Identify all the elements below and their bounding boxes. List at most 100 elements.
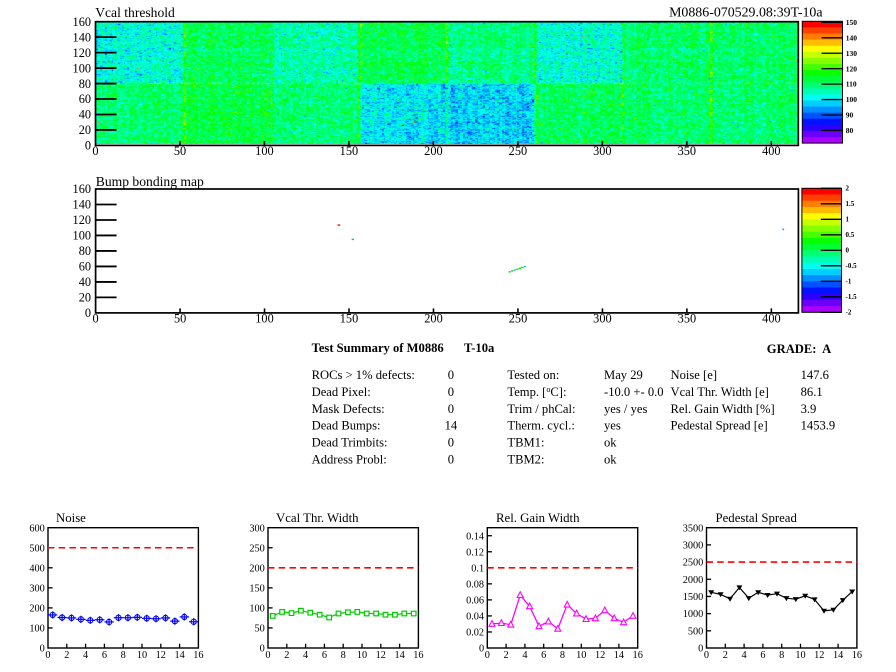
svg-text:14: 14 [394, 650, 404, 661]
svg-text:Vcal threshold: Vcal threshold [95, 5, 175, 20]
svg-text:14: 14 [614, 650, 624, 661]
svg-text:400: 400 [762, 311, 780, 325]
svg-text:140: 140 [846, 33, 858, 42]
svg-text:200: 200 [249, 563, 264, 574]
svg-text:Rel. Gain Width [%]: Rel. Gain Width [%] [671, 402, 775, 416]
svg-text:140: 140 [73, 198, 91, 212]
svg-text:40: 40 [79, 275, 91, 289]
svg-text:0: 0 [40, 644, 45, 655]
svg-text:Address Probl:: Address Probl: [312, 453, 387, 467]
svg-text:0.14: 0.14 [466, 531, 484, 542]
svg-text:20: 20 [79, 123, 91, 137]
svg-text:14: 14 [445, 419, 458, 433]
svg-text:3500: 3500 [683, 523, 704, 534]
svg-text:50: 50 [255, 624, 265, 635]
svg-text:350: 350 [678, 144, 696, 158]
svg-text:2: 2 [504, 650, 509, 661]
svg-text:ok: ok [604, 453, 617, 467]
svg-text:130: 130 [846, 49, 858, 58]
svg-text:350: 350 [678, 311, 696, 325]
svg-text:16: 16 [852, 650, 862, 661]
svg-text:250: 250 [509, 311, 527, 325]
svg-text:12: 12 [814, 650, 824, 661]
svg-text:120: 120 [846, 64, 858, 73]
svg-text:300: 300 [249, 523, 264, 534]
svg-text:16: 16 [633, 650, 643, 661]
svg-text:8: 8 [779, 650, 784, 661]
svg-text:600: 600 [29, 523, 44, 534]
svg-text:0.12: 0.12 [466, 547, 484, 558]
svg-text:200: 200 [424, 311, 442, 325]
svg-text:Mask Defects:: Mask Defects: [312, 402, 385, 416]
svg-text:Therm. cycl.:: Therm. cycl.: [507, 419, 575, 433]
svg-text:100: 100 [73, 61, 91, 75]
svg-text:147.6: 147.6 [801, 368, 829, 382]
svg-text:10: 10 [357, 650, 367, 661]
svg-text:GRADE: A: GRADE: A [767, 342, 831, 356]
svg-text:100: 100 [73, 229, 91, 243]
svg-text:6: 6 [541, 650, 546, 661]
svg-text:140: 140 [73, 30, 91, 44]
svg-text:150: 150 [249, 584, 264, 595]
svg-text:0: 0 [93, 311, 99, 325]
svg-text:T-10a: T-10a [464, 341, 495, 355]
svg-text:100: 100 [255, 311, 273, 325]
svg-text:12: 12 [156, 650, 166, 661]
svg-text:0: 0 [485, 650, 490, 661]
svg-text:80: 80 [79, 244, 91, 258]
svg-text:150: 150 [846, 18, 858, 27]
svg-text:0: 0 [85, 306, 91, 320]
svg-text:50: 50 [174, 144, 186, 158]
svg-text:14: 14 [833, 650, 843, 661]
svg-text:300: 300 [593, 311, 611, 325]
svg-text:150: 150 [340, 144, 358, 158]
svg-text:16: 16 [193, 650, 203, 661]
svg-text:6: 6 [102, 650, 107, 661]
svg-text:-1: -1 [846, 278, 852, 286]
svg-text:20: 20 [79, 291, 91, 305]
svg-text:Pedestal Spread: Pedestal Spread [716, 511, 798, 525]
svg-text:120: 120 [73, 46, 91, 60]
svg-text:90: 90 [846, 111, 854, 120]
svg-text:0.08: 0.08 [466, 579, 484, 590]
svg-text:1500: 1500 [683, 592, 704, 603]
svg-text:300: 300 [593, 144, 611, 158]
svg-text:1.5: 1.5 [846, 200, 855, 208]
svg-text:16: 16 [413, 650, 423, 661]
svg-text:50: 50 [174, 311, 186, 325]
svg-text:4: 4 [522, 650, 527, 661]
svg-text:Dead Trimbits:: Dead Trimbits: [312, 436, 388, 450]
svg-text:250: 250 [509, 144, 527, 158]
svg-text:2: 2 [64, 650, 69, 661]
svg-text:2: 2 [846, 185, 850, 193]
svg-text:Temp. [oC]:: Temp. [oC]: [507, 385, 566, 399]
svg-text:0: 0 [45, 650, 50, 661]
svg-text:250: 250 [249, 543, 264, 554]
svg-text:Pedestal Spread [e]: Pedestal Spread [e] [671, 419, 768, 433]
svg-text:160: 160 [73, 15, 91, 29]
svg-text:400: 400 [762, 144, 780, 158]
svg-text:yes: yes [604, 419, 621, 433]
svg-text:0.04: 0.04 [466, 612, 484, 623]
svg-text:80: 80 [79, 77, 91, 91]
svg-text:0: 0 [265, 650, 270, 661]
svg-text:Dead Pixel:: Dead Pixel: [312, 385, 371, 399]
svg-text:4: 4 [742, 650, 747, 661]
svg-text:3.9: 3.9 [801, 402, 817, 416]
svg-text:TBM1:: TBM1: [507, 436, 544, 450]
svg-text:110: 110 [846, 80, 857, 89]
svg-text:2: 2 [723, 650, 728, 661]
svg-text:May 29: May 29 [604, 368, 643, 382]
svg-text:10: 10 [576, 650, 586, 661]
svg-text:1000: 1000 [683, 609, 704, 620]
svg-text:2500: 2500 [683, 558, 704, 569]
svg-text:1453.9: 1453.9 [801, 419, 836, 433]
svg-text:-10.0 +- 0.0: -10.0 +- 0.0 [604, 385, 664, 399]
svg-text:500: 500 [29, 543, 44, 554]
svg-text:0: 0 [85, 139, 91, 153]
svg-text:120: 120 [73, 213, 91, 227]
svg-text:ok: ok [604, 436, 617, 450]
svg-text:Tested on:: Tested on: [507, 368, 559, 382]
svg-text:8: 8 [121, 650, 126, 661]
svg-text:2000: 2000 [683, 575, 704, 586]
